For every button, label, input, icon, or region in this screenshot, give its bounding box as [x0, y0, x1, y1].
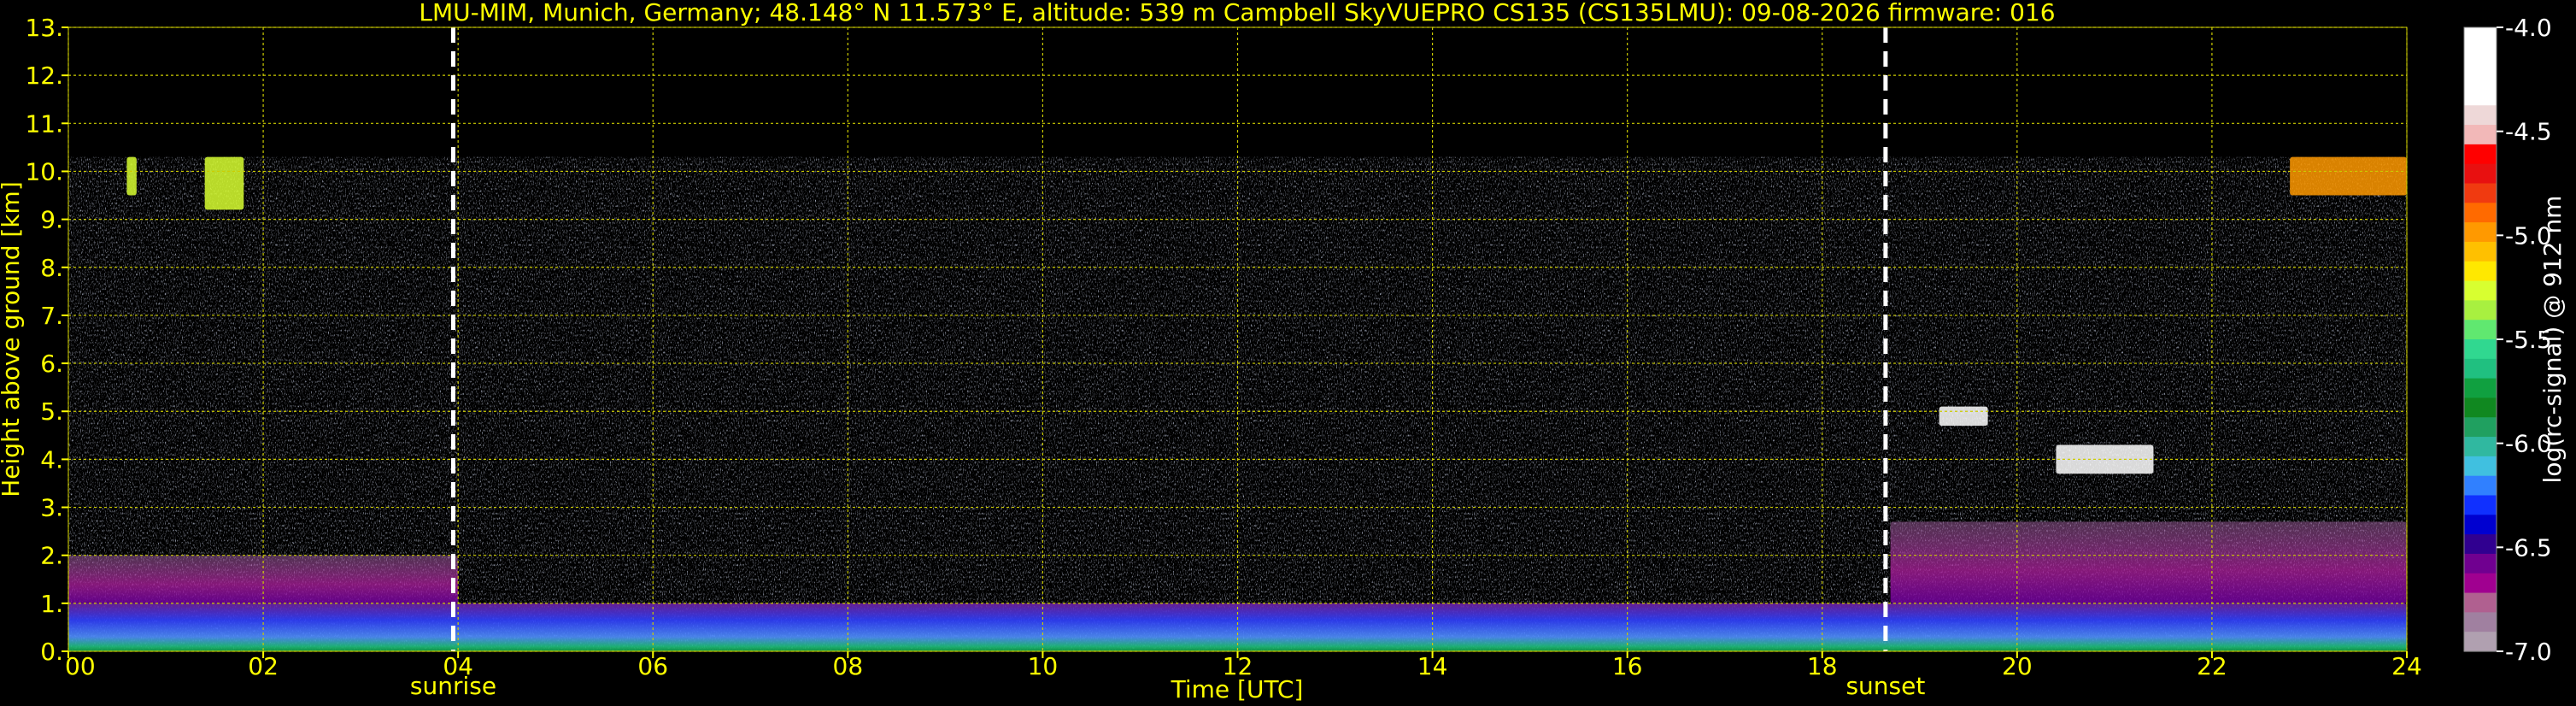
colorbar-swatch [2464, 534, 2497, 555]
colorbar-swatch [2464, 495, 2497, 515]
colorbar-swatch [2464, 300, 2497, 321]
colorbar-swatch [2464, 573, 2497, 594]
colorbar-swatch [2464, 66, 2497, 87]
feature-mid-level-cloud [1939, 406, 1988, 427]
colorbar-swatch [2464, 183, 2497, 203]
sunset-label: sunset [1845, 672, 1925, 700]
x-tick-label: 22 [2197, 652, 2227, 680]
x-tick-label: 04 [443, 652, 473, 680]
feature-evening-residual-layer [1890, 521, 2407, 603]
y-tick-label: 10. [25, 157, 63, 185]
y-tick-label: 6. [40, 350, 63, 378]
y-tick-label: 0. [40, 638, 63, 666]
y-tick-label: 7. [40, 302, 63, 330]
x-axis-label: Time [UTC] [1171, 675, 1304, 703]
colorbar-swatch [2464, 515, 2497, 535]
colorbar-swatch [2464, 339, 2497, 360]
colorbar-swatch [2464, 27, 2497, 48]
x-tick-label: 10 [1028, 652, 1059, 680]
x-tick-label: 00 [65, 652, 96, 680]
colorbar-swatch [2464, 437, 2497, 457]
colorbar-tick-label: -4.5 [2505, 118, 2552, 146]
colorbar-swatch [2464, 125, 2497, 145]
y-tick-label: 2. [40, 542, 63, 570]
colorbar-swatch [2464, 241, 2497, 262]
colorbar-swatch [2464, 358, 2497, 379]
colorbar-tick-label: -6.5 [2505, 533, 2552, 562]
y-tick-label: 5. [40, 397, 63, 426]
feature-cirrus [126, 156, 137, 196]
y-tick-label: 4. [40, 445, 63, 474]
colorbar-swatch [2464, 456, 2497, 477]
y-tick-label: 12. [25, 62, 63, 90]
colorbar-swatch [2464, 397, 2497, 418]
colorbar-swatch [2464, 592, 2497, 613]
colorbar-swatch [2464, 280, 2497, 301]
x-tick-label: 06 [637, 652, 668, 680]
colorbar-swatch [2464, 632, 2497, 652]
y-tick-label: 11. [25, 109, 63, 138]
feature-cirrus [2290, 156, 2407, 196]
colorbar-swatch [2464, 203, 2497, 223]
y-tick-label: 8. [40, 254, 63, 282]
colorbar-swatch [2464, 85, 2497, 106]
y-axis-label: Height above ground [km] [0, 181, 25, 497]
feature-cirrus [204, 156, 244, 210]
y-tick-label: 9. [40, 206, 63, 234]
y-tick-label: 1. [40, 590, 63, 618]
colorbar-swatch [2464, 222, 2497, 243]
colorbar-swatch [2464, 163, 2497, 185]
x-tick-label: 02 [248, 652, 279, 680]
colorbar-swatch [2464, 553, 2497, 574]
colorbar-swatch [2464, 261, 2497, 282]
colorbar-label: log(rc-signal) @ 912 nm [2538, 196, 2567, 484]
x-tick-label: 16 [1612, 652, 1643, 680]
colorbar-swatch [2464, 475, 2497, 497]
y-tick-label: 3. [40, 494, 63, 522]
colorbar-swatch [2464, 105, 2497, 126]
x-tick-label: 20 [2002, 652, 2033, 680]
x-tick-label: 14 [1417, 652, 1448, 680]
colorbar-swatch [2464, 417, 2497, 438]
x-tick-label: 08 [833, 652, 864, 680]
colorbar-swatch [2464, 320, 2497, 340]
x-tick-label: 24 [2391, 652, 2422, 680]
chart-title: LMU-MIM, Munich, Germany; 48.148° N 11.5… [419, 0, 2055, 26]
y-tick-label: 13. [25, 14, 63, 42]
x-tick-label: 18 [1807, 652, 1838, 680]
y-axis: 0. 1. 2. 3. 4. 5. 6. 7. 8. 9. 10. 11. 12. 13. [25, 14, 68, 666]
colorbar-swatch [2464, 46, 2497, 68]
colorbar-swatch [2464, 612, 2497, 632]
colorbar-tick-label: -7.0 [2505, 638, 2552, 666]
colorbar-swatch [2464, 378, 2497, 399]
colorbar-tick-label: -4.0 [2505, 14, 2552, 42]
ceilometer-chart: LMU-MIM, Munich, Germany; 48.148° N 11.5… [0, 0, 2567, 703]
colorbar-swatch [2464, 144, 2497, 165]
